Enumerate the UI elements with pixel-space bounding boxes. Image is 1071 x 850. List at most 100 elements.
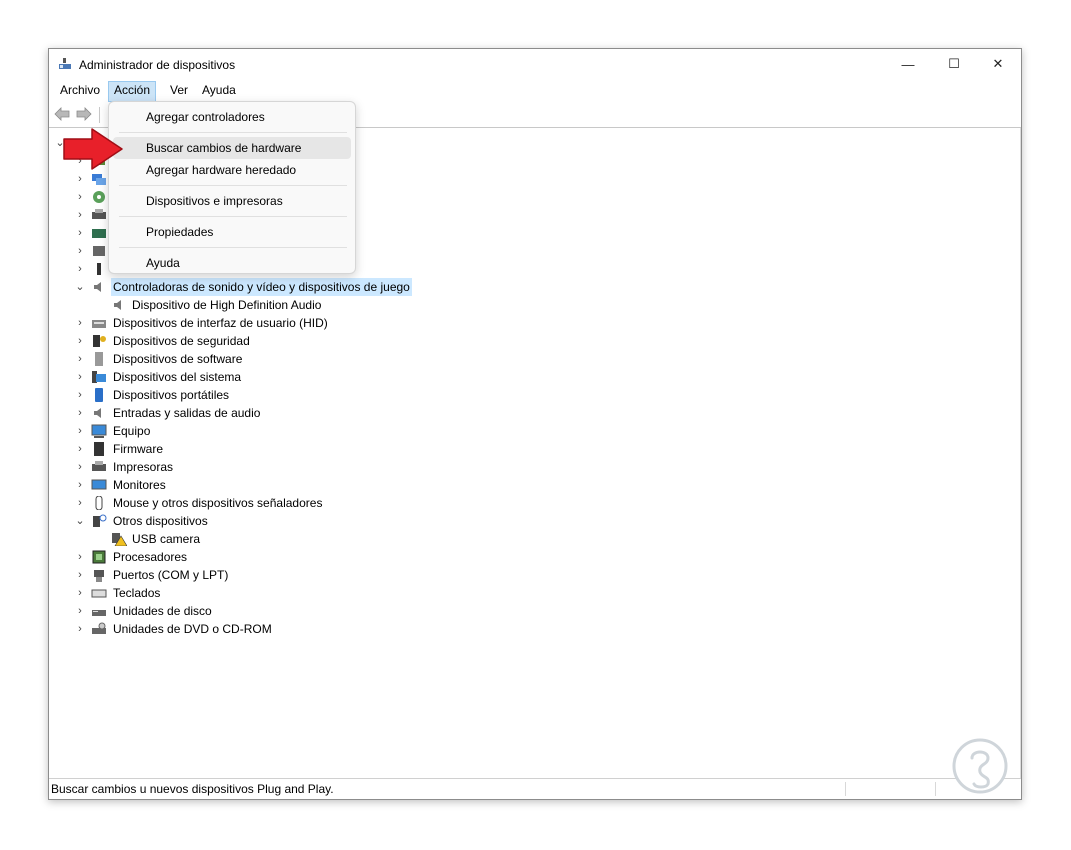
pane-border xyxy=(1020,128,1021,779)
status-separator xyxy=(845,782,846,796)
menu-item-dispositivos-impresoras[interactable]: Dispositivos e impresoras xyxy=(113,190,351,212)
status-separator xyxy=(935,782,936,796)
toolbar-separator xyxy=(99,107,100,123)
menu-item-label: Buscar cambios de hardware xyxy=(146,141,302,155)
menu-item-buscar-cambios[interactable]: Buscar cambios de hardware xyxy=(113,137,351,159)
menu-item-label: Propiedades xyxy=(146,225,214,239)
system-device-icon xyxy=(92,371,106,383)
menu-ver[interactable]: Ver xyxy=(165,81,193,100)
menu-item-label: Agregar controladores xyxy=(146,110,265,124)
menu-separator xyxy=(119,132,347,133)
chevron-right-icon[interactable]: › xyxy=(75,206,85,224)
chevron-right-icon[interactable]: › xyxy=(75,242,85,260)
tree-category-label: Dispositivos portátiles xyxy=(113,388,230,402)
chevron-right-icon[interactable]: › xyxy=(75,584,85,602)
minimize-button[interactable]: — xyxy=(885,49,931,79)
menu-item-ayuda[interactable]: Ayuda xyxy=(113,252,351,274)
chevron-right-icon[interactable]: › xyxy=(75,170,85,188)
device-manager-icon xyxy=(59,58,71,69)
keyboard-icon xyxy=(91,589,107,598)
chevron-right-icon[interactable]: › xyxy=(75,188,85,206)
chevron-down-icon[interactable]: ⌄ xyxy=(75,512,85,530)
annotation-arrow-icon xyxy=(63,128,123,170)
speaker-icon xyxy=(94,282,101,292)
chevron-right-icon[interactable]: › xyxy=(75,350,85,368)
tree-category-label: Dispositivos del sistema xyxy=(113,370,242,384)
chevron-right-icon[interactable]: › xyxy=(75,566,85,584)
tree-category-label: Dispositivos de seguridad xyxy=(113,334,250,348)
menu-ayuda[interactable]: Ayuda xyxy=(197,81,241,100)
chevron-right-icon[interactable]: › xyxy=(75,476,85,494)
menu-separator xyxy=(119,185,347,186)
tree-category-label: Otros dispositivos xyxy=(113,514,208,528)
dvd-drive-icon xyxy=(92,622,106,634)
processor-icon xyxy=(92,550,106,564)
menu-accion[interactable]: Acción xyxy=(108,81,157,102)
chevron-right-icon[interactable]: › xyxy=(75,602,85,620)
chevron-right-icon[interactable]: › xyxy=(75,458,85,476)
chevron-right-icon[interactable]: › xyxy=(75,332,85,350)
tree-label-sound: Controladoras de sonido y vídeo y dispos… xyxy=(111,278,412,296)
tree-label-hd-audio: Dispositivo de High Definition Audio xyxy=(132,298,322,312)
menu-item-agregar-hardware-heredado[interactable]: Agregar hardware heredado xyxy=(113,159,351,181)
chevron-right-icon[interactable]: › xyxy=(75,620,85,638)
keyboard-hid-icon xyxy=(92,320,106,328)
action-menu-dropdown: Agregar controladores Buscar cambios de … xyxy=(108,101,356,274)
close-icon: ✕ xyxy=(992,56,1004,71)
menu-item-label: Dispositivos e impresoras xyxy=(146,194,283,208)
printer-icon xyxy=(92,461,106,471)
chevron-right-icon[interactable]: › xyxy=(75,422,85,440)
tree-label-usb-camera: USB camera xyxy=(132,532,201,546)
chevron-right-icon[interactable]: › xyxy=(75,548,85,566)
window-title: Administrador de dispositivos xyxy=(79,58,236,72)
software-device-icon xyxy=(95,352,103,366)
chevron-right-icon[interactable]: › xyxy=(75,368,85,386)
close-button[interactable]: ✕ xyxy=(975,49,1021,79)
tree-category-label: Procesadores xyxy=(113,550,188,564)
chevron-right-icon[interactable]: › xyxy=(75,404,85,422)
tree-category-label: Puertos (COM y LPT) xyxy=(113,568,229,582)
chevron-right-icon[interactable]: › xyxy=(75,440,85,458)
usb-icon xyxy=(97,263,101,275)
printer-icon xyxy=(92,209,106,219)
menu-item-label: Agregar hardware heredado xyxy=(146,163,297,177)
speaker-icon xyxy=(114,300,121,310)
menu-item-agregar-controladores[interactable]: Agregar controladores xyxy=(113,106,351,128)
tree-category-label: Mouse y otros dispositivos señaladores xyxy=(113,496,323,510)
disc-icon xyxy=(93,191,105,203)
menu-separator xyxy=(119,247,347,248)
tree-category-label: Equipo xyxy=(113,424,151,438)
maximize-button[interactable]: ☐ xyxy=(931,49,977,79)
menu-archivo[interactable]: Archivo xyxy=(55,81,105,100)
tree-category-label: Dispositivos de interfaz de usuario (HID… xyxy=(113,316,328,330)
chevron-down-icon[interactable]: ⌄ xyxy=(75,278,85,296)
status-bar: Buscar cambios u nuevos dispositivos Plu… xyxy=(49,778,1021,799)
chevron-right-icon[interactable]: › xyxy=(75,494,85,512)
forward-arrow-icon[interactable] xyxy=(76,107,92,121)
back-arrow-icon[interactable] xyxy=(54,107,70,121)
menu-item-propiedades[interactable]: Propiedades xyxy=(113,221,351,243)
tree-category-label: Monitores xyxy=(113,478,166,492)
speaker-icon xyxy=(94,408,101,418)
security-key-icon xyxy=(93,335,106,347)
chevron-right-icon[interactable]: › xyxy=(75,260,85,278)
chevron-right-icon[interactable]: › xyxy=(75,224,85,242)
mouse-icon xyxy=(95,496,103,510)
warning-device-icon xyxy=(112,533,127,546)
network-icon xyxy=(92,174,106,185)
tree-category-label: Impresoras xyxy=(113,460,174,474)
chevron-right-icon[interactable]: › xyxy=(75,386,85,404)
title-bar[interactable]: Administrador de dispositivos — ☐ ✕ xyxy=(49,49,1021,79)
controller-icon xyxy=(92,229,106,238)
firmware-chip-icon xyxy=(94,442,104,456)
tree-category-label: Unidades de DVD o CD-ROM xyxy=(113,622,272,636)
watermark-logo-icon xyxy=(952,738,1008,794)
portable-device-icon xyxy=(95,388,103,402)
disk-drive-icon xyxy=(92,610,106,616)
monitor-icon xyxy=(91,479,107,490)
storage-controller-icon xyxy=(93,246,105,256)
unknown-device-icon xyxy=(93,514,107,527)
menu-item-label: Ayuda xyxy=(146,256,180,270)
tree-category-label: Dispositivos de software xyxy=(113,352,243,366)
chevron-right-icon[interactable]: › xyxy=(75,314,85,332)
